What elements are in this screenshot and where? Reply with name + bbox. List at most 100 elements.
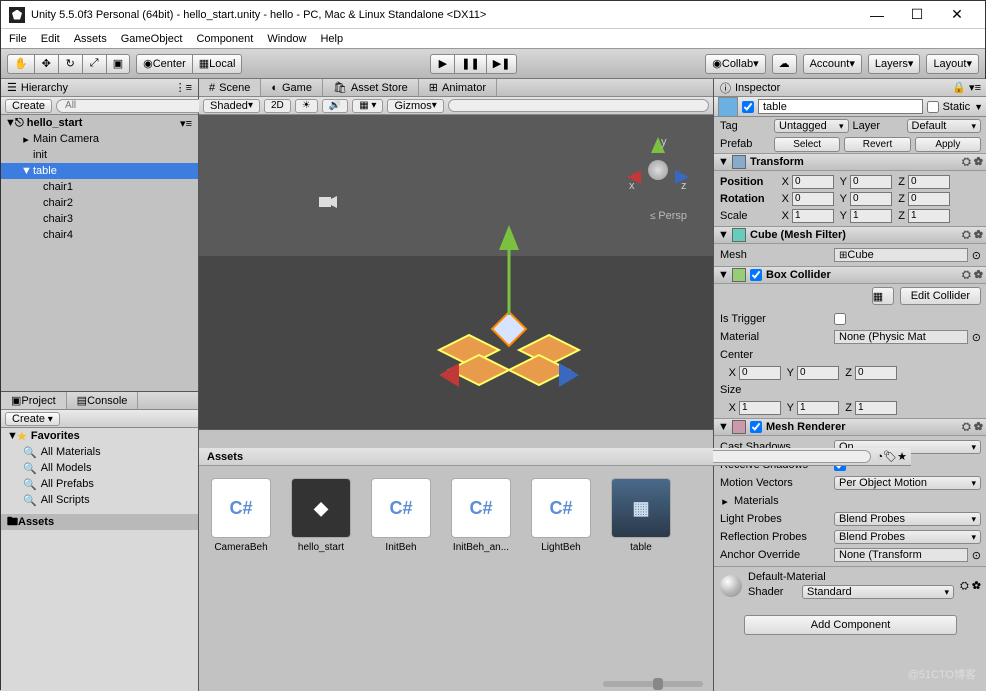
edit-collider-button[interactable]: Edit Collider (900, 287, 981, 305)
search-save-icon[interactable]: ★ (897, 450, 907, 463)
transform-gizmo[interactable] (429, 215, 589, 395)
step-button[interactable]: ▶❚ (486, 54, 518, 74)
hierarchy-tab[interactable]: ☰ Hierarchy ⋮≡ (1, 79, 198, 97)
add-component-button[interactable]: Add Component (744, 615, 957, 635)
rect-tool-button[interactable]: ▣ (106, 54, 130, 74)
minimize-button[interactable]: — (857, 7, 897, 23)
pivot-center-button[interactable]: ◉ Center (136, 54, 192, 74)
scl-y-input[interactable] (850, 209, 892, 223)
search-filter-icon[interactable]: ◔ (877, 451, 884, 463)
hierarchy-item[interactable]: chair3 (1, 211, 198, 227)
scl-z-input[interactable] (908, 209, 950, 223)
menu-gameobject[interactable]: GameObject (121, 33, 183, 45)
component-menu-icon[interactable]: ⛭ ✿ (962, 156, 983, 169)
scene-row[interactable]: ▼⎋ hello_start▾≡ (1, 115, 198, 131)
motion-vectors-dropdown[interactable]: Per Object Motion▾ (834, 476, 981, 490)
gameobject-active-checkbox[interactable] (742, 101, 754, 113)
hierarchy-item-selected[interactable]: ▼table (1, 163, 198, 179)
prefab-apply-button[interactable]: Apply (915, 137, 981, 152)
favorite-item[interactable]: 🔍All Prefabs (1, 476, 198, 492)
light-probes-dropdown[interactable]: Blend Probes▾ (834, 512, 981, 526)
gizmos-dropdown[interactable]: Gizmos ▾ (387, 99, 443, 113)
component-menu-icon[interactable]: ⛭ ✿ (962, 269, 983, 282)
account-button[interactable]: Account ▾ (803, 54, 862, 74)
move-tool-button[interactable]: ✥ (34, 54, 58, 74)
scene-search-input[interactable] (448, 99, 709, 112)
animator-tab[interactable]: ⊞ Animator (419, 79, 497, 96)
menu-window[interactable]: Window (267, 33, 306, 45)
pos-z-input[interactable] (908, 175, 950, 189)
component-menu-icon[interactable]: ⛭ ✿ (960, 580, 981, 593)
close-button[interactable]: ✕ (937, 6, 977, 23)
size-z-input[interactable] (855, 401, 897, 415)
size-x-input[interactable] (739, 401, 781, 415)
pause-button[interactable]: ❚❚ (454, 54, 485, 74)
asset-item[interactable]: C#InitBeh_an... (449, 478, 513, 553)
shaded-dropdown[interactable]: Shaded ▾ (203, 99, 260, 113)
hierarchy-item[interactable]: ▸Main Camera (1, 131, 198, 147)
prefab-select-button[interactable]: Select (774, 137, 840, 152)
asset-item[interactable]: ▦table (609, 478, 673, 553)
collab-button[interactable]: ◉ Collab ▾ (705, 54, 765, 74)
is-trigger-checkbox[interactable] (834, 313, 846, 325)
audio-toggle[interactable]: 🔊 (322, 99, 348, 113)
panel-menu-icon[interactable]: ⋮≡ (175, 81, 192, 94)
hand-tool-button[interactable]: ✋ (7, 54, 34, 74)
center-x-input[interactable] (739, 366, 781, 380)
layer-dropdown[interactable]: Default▾ (907, 119, 982, 133)
boxcollider-enabled-checkbox[interactable] (750, 269, 762, 281)
hierarchy-item[interactable]: chair4 (1, 227, 198, 243)
hierarchy-item[interactable]: chair1 (1, 179, 198, 195)
meshfilter-header[interactable]: ▼ Cube (Mesh Filter) ⛭ ✿ (714, 226, 986, 244)
boxcollider-header[interactable]: ▼ Box Collider ⛭ ✿ (714, 266, 986, 284)
static-checkbox[interactable] (927, 101, 939, 113)
inspector-tab[interactable]: ⓘ Inspector 🔒 ▾≡ (714, 79, 986, 97)
object-picker-icon[interactable]: ⊙ (972, 249, 981, 262)
object-picker-icon[interactable]: ⊙ (972, 549, 981, 562)
favorite-item[interactable]: 🔍All Materials (1, 444, 198, 460)
center-z-input[interactable] (855, 366, 897, 380)
2d-toggle[interactable]: 2D (264, 99, 291, 113)
menu-help[interactable]: Help (320, 33, 343, 45)
scene-tab[interactable]: # Scene (199, 79, 261, 96)
asset-item[interactable]: C#CameraBeh (209, 478, 273, 553)
project-create-button[interactable]: Create ▾ (5, 412, 60, 426)
asset-size-slider[interactable] (603, 681, 703, 687)
favorite-item[interactable]: 🔍All Models (1, 460, 198, 476)
maximize-button[interactable]: ☐ (897, 6, 937, 23)
menu-file[interactable]: File (9, 33, 27, 45)
asset-item[interactable]: ◆hello_start (289, 478, 353, 553)
gameobject-name-input[interactable] (758, 99, 923, 114)
pivot-local-button[interactable]: ▦ Local (192, 54, 243, 74)
play-button[interactable]: ▶ (430, 54, 454, 74)
rot-x-input[interactable] (792, 192, 834, 206)
physic-material-field[interactable]: None (Physic Mat (834, 330, 968, 344)
component-menu-icon[interactable]: ⛭ ✿ (962, 421, 983, 434)
scl-x-input[interactable] (792, 209, 834, 223)
orientation-gizmo[interactable]: y x z (623, 135, 693, 205)
hierarchy-create-button[interactable]: Create ▾ (5, 99, 52, 113)
menu-edit[interactable]: Edit (41, 33, 60, 45)
component-menu-icon[interactable]: ⛭ ✿ (962, 229, 983, 242)
scale-tool-button[interactable]: ⤢ (82, 54, 106, 74)
game-tab[interactable]: ◐ Game (261, 79, 323, 96)
hierarchy-search-input[interactable] (56, 99, 206, 113)
meshrenderer-enabled-checkbox[interactable] (750, 421, 762, 433)
object-picker-icon[interactable]: ⊙ (972, 331, 981, 344)
fx-toggle[interactable]: ▦ ▾ (352, 99, 383, 113)
asset-item[interactable]: C#LightBeh (529, 478, 593, 553)
cloud-button[interactable]: ☁ (772, 54, 797, 74)
rot-y-input[interactable] (850, 192, 892, 206)
scene-viewport[interactable]: y x z ≤ Persp (199, 115, 713, 429)
lock-icon[interactable]: 🔒 ▾≡ (952, 81, 981, 94)
transform-header[interactable]: ▼ Transform ⛭ ✿ (714, 153, 986, 171)
material-header[interactable]: Default-Material ShaderStandard▾ ⛭ ✿ (714, 566, 986, 605)
tag-dropdown[interactable]: Untagged▾ (774, 119, 849, 133)
rotate-tool-button[interactable]: ↻ (58, 54, 82, 74)
center-y-input[interactable] (797, 366, 839, 380)
hierarchy-item[interactable]: chair2 (1, 195, 198, 211)
size-y-input[interactable] (797, 401, 839, 415)
assets-folder[interactable]: 🖿 Assets (1, 514, 198, 530)
anchor-override-field[interactable]: None (Transform (834, 548, 968, 562)
shader-dropdown[interactable]: Standard▾ (802, 585, 954, 599)
